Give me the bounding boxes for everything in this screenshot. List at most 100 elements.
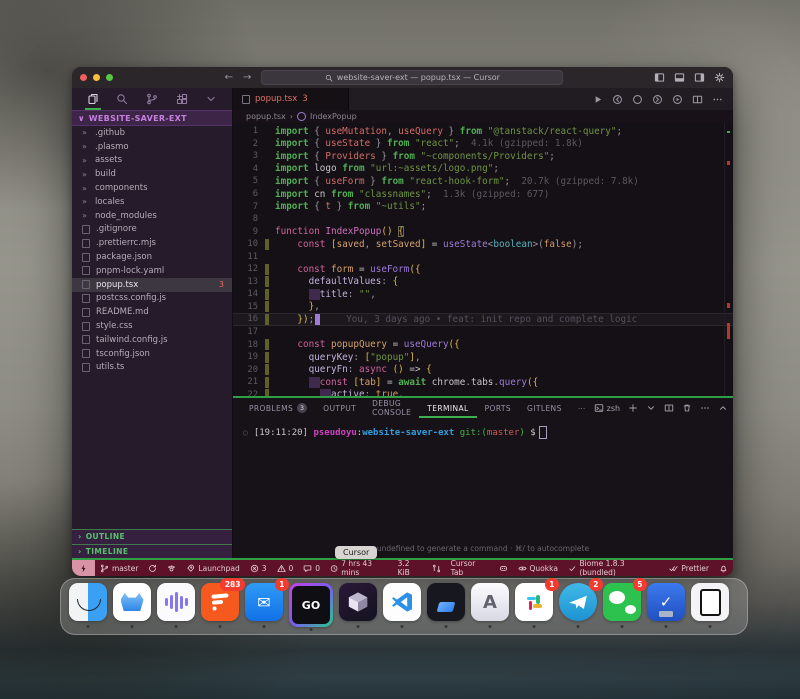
code-line-8[interactable]: 8 <box>233 213 733 226</box>
layout-right-icon[interactable] <box>694 72 705 83</box>
file-tree-item-pnpm-lock.yaml[interactable]: pnpm-lock.yaml <box>72 264 232 278</box>
file-tree-item-.prettierrc.mjs[interactable]: .prettierrc.mjs <box>72 236 232 250</box>
dock-app-audio-waveform-app[interactable] <box>157 583 195 621</box>
dock-app-finder[interactable] <box>69 583 107 621</box>
code-line-18[interactable]: 18 const popupQuery = useQuery({ <box>233 338 733 351</box>
status-quokka[interactable]: Quokka <box>513 560 563 576</box>
activity-source-control[interactable] <box>143 90 161 108</box>
file-tree-item-locales[interactable]: »locales <box>72 195 232 209</box>
panel-tab-gitlens[interactable]: GITLENS <box>519 398 570 418</box>
terminal[interactable]: ○ [19:11:20] pseudoyu:website-saver-ext … <box>233 418 733 544</box>
panel-tab-terminal[interactable]: TERMINAL <box>419 398 476 418</box>
activity-search[interactable] <box>113 90 131 108</box>
file-tree-item-style.css[interactable]: style.css <box>72 319 232 333</box>
gear-icon[interactable] <box>714 72 725 83</box>
file-tree-item-components[interactable]: »components <box>72 181 232 195</box>
code-editor[interactable]: 1import { useMutation, useQuery } from "… <box>233 123 733 396</box>
split-icon[interactable] <box>692 94 703 105</box>
dock-app-mail[interactable]: ✉1 <box>245 583 283 621</box>
status-gitlens-launchpad[interactable]: Launchpad <box>181 560 244 576</box>
dock-app-fox-app[interactable] <box>113 583 151 621</box>
file-tree-item-popup.tsx[interactable]: popup.tsx3 <box>72 278 232 292</box>
code-line-13[interactable]: 13 defaultValues: { <box>233 276 733 289</box>
status-git-branch[interactable]: master <box>95 560 143 576</box>
breadcrumb[interactable]: popup.tsx › IndexPopup <box>233 110 733 123</box>
panel-tab-output[interactable]: OUTPUT <box>315 398 364 418</box>
code-line-22[interactable]: 22 active: true, <box>233 388 733 396</box>
dock-app-goland[interactable]: GO <box>289 583 333 627</box>
code-line-20[interactable]: 20 queryFn: async () => { <box>233 363 733 376</box>
status-cursor-tab[interactable]: Cursor Tab <box>446 560 494 576</box>
sidebar-section-timeline[interactable]: ›TIMELINE <box>72 544 232 559</box>
code-line-11[interactable]: 11 <box>233 250 733 263</box>
dock-app-rss-reader[interactable]: 283 <box>201 583 239 621</box>
dock-app-tasks-app[interactable]: ✓ <box>647 583 685 621</box>
dock-app-clipboard-app[interactable] <box>691 583 729 621</box>
tab-popup-tsx[interactable]: popup.tsx 3 <box>233 88 349 110</box>
panel-more-icon[interactable] <box>700 403 710 413</box>
run-circle-icon[interactable] <box>672 94 683 105</box>
code-line-6[interactable]: 6import cn from "classnames"; 1.3k (gzip… <box>233 188 733 201</box>
status-biome[interactable]: Biome 1.8.3 (bundled) <box>563 560 664 576</box>
status-remote-indicator[interactable] <box>72 560 95 576</box>
code-line-17[interactable]: 17 <box>233 326 733 339</box>
layout-left-icon[interactable] <box>654 72 665 83</box>
panel-tab-debug-console[interactable]: DEBUG CONSOLE <box>364 398 419 418</box>
terminal-dropdown-icon[interactable] <box>646 403 656 413</box>
code-line-5[interactable]: 5import { useForm } from "react-hook-for… <box>233 175 733 188</box>
more-icon[interactable] <box>712 94 723 105</box>
panel-tab-ports[interactable]: PORTS <box>477 398 519 418</box>
title-bar[interactable]: ← → website-saver-ext — popup.tsx — Curs… <box>72 67 733 88</box>
code-line-1[interactable]: 1import { useMutation, useQuery } from "… <box>233 125 733 138</box>
circle-icon[interactable] <box>632 94 643 105</box>
file-tree-item-tsconfig.json[interactable]: tsconfig.json <box>72 347 232 361</box>
dock-app-vscode[interactable] <box>383 583 421 621</box>
status-bundle-size[interactable]: 3.2 KiB <box>393 560 427 576</box>
dock-app-slack[interactable]: 1 <box>515 583 553 621</box>
activity-files[interactable] <box>84 90 102 108</box>
code-line-4[interactable]: 4import logo from "url:~assets/logo.png"… <box>233 163 733 176</box>
panel-tab-problems[interactable]: PROBLEMS3 <box>241 398 315 418</box>
code-line-21[interactable]: 21 const [tab] = await chrome.tabs.query… <box>233 376 733 389</box>
sidebar-section-outline[interactable]: ›OUTLINE <box>72 529 232 544</box>
minimize-window-button[interactable] <box>93 74 100 81</box>
shell-zsh[interactable]: zsh <box>594 403 620 413</box>
dock-app-wechat[interactable]: 5 <box>603 583 641 621</box>
status-wakatime[interactable]: 7 hrs 43 mins <box>325 560 393 576</box>
code-line-14[interactable]: 14 title: "", <box>233 288 733 301</box>
file-tree-item-.plasmo[interactable]: ».plasmo <box>72 140 232 154</box>
code-line-16[interactable]: 16 });You, 3 days ago • feat: init repo … <box>233 313 733 326</box>
status-problems-errors[interactable]: 3 <box>245 560 272 576</box>
code-line-12[interactable]: 12 const form = useForm({ <box>233 263 733 276</box>
file-tree-item-build[interactable]: »build <box>72 167 232 181</box>
code-line-7[interactable]: 7import { t } from "~utils"; <box>233 200 733 213</box>
status-git-sync[interactable] <box>143 560 162 576</box>
dock-app-app-store[interactable]: A <box>471 583 509 621</box>
dock-app-warp[interactable] <box>427 583 465 621</box>
breadcrumb-symbol[interactable]: IndexPopup <box>310 112 357 121</box>
history-forward-icon[interactable]: → <box>243 72 251 83</box>
status-copilot[interactable] <box>494 560 513 576</box>
code-line-3[interactable]: 3import { Providers } from "~components/… <box>233 150 733 163</box>
file-tree-item-node_modules[interactable]: »node_modules <box>72 209 232 223</box>
code-line-15[interactable]: 15 }, <box>233 301 733 314</box>
kill-terminal-icon[interactable] <box>682 403 692 413</box>
file-tree-item-.gitignore[interactable]: .gitignore <box>72 223 232 237</box>
back-circle-icon[interactable] <box>612 94 623 105</box>
file-tree-item-README.md[interactable]: README.md <box>72 305 232 319</box>
code-line-2[interactable]: 2import { useState } from "react"; 4.1k … <box>233 138 733 151</box>
layout-controls[interactable] <box>654 72 725 83</box>
fwd-circle-icon[interactable] <box>652 94 663 105</box>
new-terminal-icon[interactable] <box>628 403 638 413</box>
traffic-lights[interactable] <box>80 74 134 81</box>
file-tree-item-tailwind.config.js[interactable]: tailwind.config.js <box>72 333 232 347</box>
file-tree-item-.github[interactable]: ».github <box>72 126 232 140</box>
history-back-icon[interactable]: ← <box>225 72 233 83</box>
status-notifications-icon[interactable] <box>714 560 733 576</box>
maximize-panel-icon[interactable] <box>718 403 728 413</box>
status-feedback[interactable]: 0 <box>298 560 325 576</box>
layout-bottom-icon[interactable] <box>674 72 685 83</box>
explorer-header[interactable]: ∨ WEBSITE-SAVER-EXT <box>72 110 232 126</box>
split-terminal-icon[interactable] <box>664 403 674 413</box>
file-tree-item-postcss.config.js[interactable]: postcss.config.js <box>72 292 232 306</box>
